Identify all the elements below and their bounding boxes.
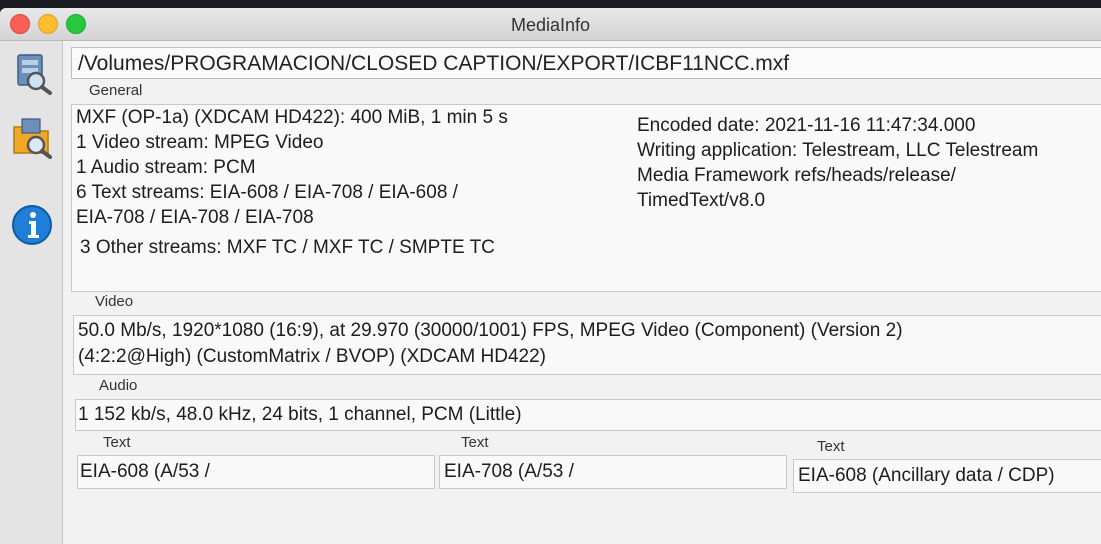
media-sheet-search-icon[interactable] (10, 51, 54, 95)
general-line: MXF (OP-1a) (XDCAM HD422): 400 MiB, 1 mi… (76, 107, 508, 128)
media-details-pane: /Volumes/PROGRAMACION/CLOSED CAPTION/EXP… (63, 41, 1101, 544)
title-bar: MediaInfo (0, 8, 1101, 41)
file-path: /Volumes/PROGRAMACION/CLOSED CAPTION/EXP… (78, 52, 790, 75)
video-line: (4:2:2@High) (CustomMatrix / BVOP) (XDCA… (78, 346, 546, 367)
general-line: 3 Other streams: MXF TC / MXF TC / SMPTE… (80, 237, 495, 258)
mediainfo-window: MediaInfo /Volumes/PROGRAMACION/CLOSED C… (0, 8, 1101, 544)
info-icon[interactable] (10, 203, 54, 247)
general-info-line: TimedText/v8.0 (637, 190, 766, 211)
general-info-line: Encoded date: 2021-11-16 11:47:34.000 (637, 115, 976, 136)
text-stream-value: EIA-708 (A/53 / (444, 461, 574, 482)
general-line: 1 Audio stream: PCM (76, 157, 256, 178)
text-stream-label: Text (817, 438, 845, 455)
audio-line: 1 152 kb/s, 48.0 kHz, 24 bits, 1 channel… (78, 404, 522, 425)
general-line: 6 Text streams: EIA-608 / EIA-708 / EIA-… (76, 182, 458, 203)
text-stream-value: EIA-608 (Ancillary data / CDP) (798, 465, 1055, 486)
text-stream-box: EIA-708 (A/53 / (439, 455, 787, 489)
general-line: 1 Video stream: MPEG Video (76, 132, 324, 153)
general-section-label: General (89, 82, 143, 99)
general-info-line: Media Framework refs/heads/release/ (637, 165, 956, 186)
video-section-label: Video (95, 293, 134, 310)
general-line: EIA-708 / EIA-708 / EIA-708 (76, 207, 314, 228)
window-title: MediaInfo (510, 15, 591, 35)
text-stream-label: Text (103, 434, 131, 451)
text-stream-value: EIA-608 (A/53 / (80, 461, 210, 482)
text-stream-label: Text (461, 434, 489, 451)
file-path-field[interactable]: /Volumes/PROGRAMACION/CLOSED CAPTION/EXP… (71, 47, 1101, 79)
audio-section-label: Audio (99, 377, 138, 394)
audio-box: 1 152 kb/s, 48.0 kHz, 24 bits, 1 channel… (75, 399, 1101, 431)
video-line: 50.0 Mb/s, 1920*1080 (16:9), at 29.970 (… (78, 320, 903, 341)
video-box: 50.0 Mb/s, 1920*1080 (16:9), at 29.970 (… (73, 315, 1101, 375)
general-box: MXF (OP-1a) (XDCAM HD422): 400 MiB, 1 mi… (71, 104, 1101, 292)
sidebar (0, 41, 63, 544)
general-info-line: Writing application: Telestream, LLC Tel… (637, 140, 1039, 161)
text-stream-box: EIA-608 (A/53 / (77, 455, 435, 489)
media-folder-search-icon[interactable] (10, 115, 54, 159)
text-stream-box: EIA-608 (Ancillary data / CDP) (793, 459, 1101, 493)
